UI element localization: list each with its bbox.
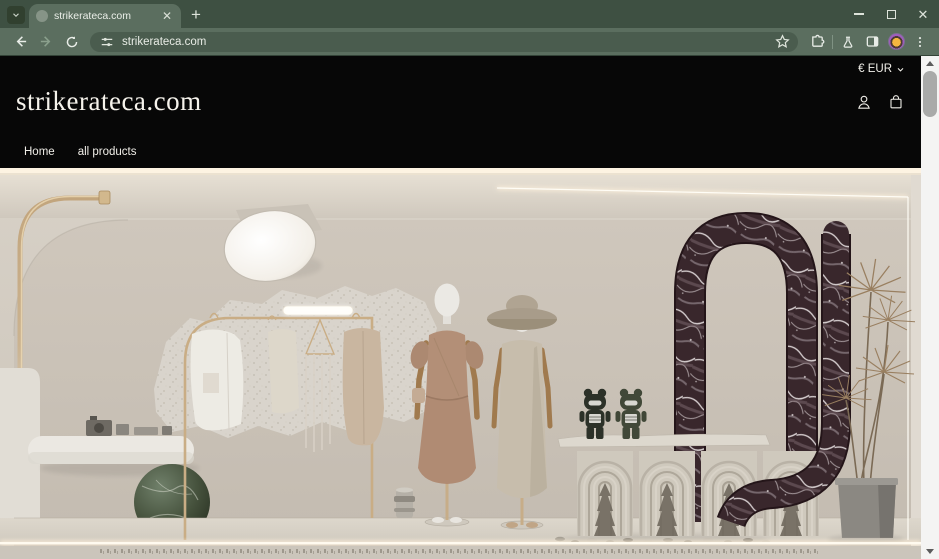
browser-toolbar: strikerateca.com <box>0 28 939 56</box>
new-tab-button[interactable]: + <box>191 6 201 23</box>
shopping-bag-icon <box>890 95 902 109</box>
tab-close-icon[interactable]: ✕ <box>160 9 174 23</box>
site-header: € EUR strikerateca.com Home all products <box>0 56 921 168</box>
maximize-icon <box>886 9 896 19</box>
avatar-image <box>887 33 905 50</box>
menu-kebab-icon[interactable] <box>908 30 932 54</box>
extensions-icon[interactable] <box>805 30 829 54</box>
page-content: € EUR strikerateca.com Home all products <box>0 56 921 559</box>
browser-window: strikerateca.com ✕ + ✕ strikerateca.com <box>0 0 939 559</box>
browser-tab[interactable]: strikerateca.com ✕ <box>29 4 181 28</box>
maximize-button[interactable] <box>875 0 907 28</box>
account-button[interactable] <box>853 91 875 113</box>
profile-avatar[interactable] <box>884 30 908 54</box>
chevron-down-icon <box>13 13 19 18</box>
currency-selector[interactable]: € EUR <box>858 63 905 75</box>
bookmark-star-icon[interactable] <box>770 30 794 54</box>
nav-home[interactable]: Home <box>24 146 55 158</box>
tab-favicon-icon <box>36 10 48 22</box>
tab-title: strikerateca.com <box>54 10 132 22</box>
labs-flask-icon[interactable] <box>836 30 860 54</box>
scroll-down-button[interactable] <box>921 544 939 559</box>
chevron-down-icon <box>897 67 904 72</box>
page-scrollbar[interactable] <box>921 56 939 559</box>
reload-icon <box>66 35 78 47</box>
tab-search-button[interactable] <box>7 6 25 24</box>
scrollbar-thumb[interactable] <box>923 71 937 117</box>
scroll-down-icon <box>926 549 934 554</box>
window-controls: ✕ <box>843 0 939 28</box>
minimize-button[interactable] <box>843 0 875 28</box>
hero-banner <box>0 168 921 559</box>
back-button[interactable] <box>7 30 33 54</box>
hero-image <box>0 168 921 559</box>
side-panel-icon[interactable] <box>860 30 884 54</box>
forward-icon <box>40 36 50 47</box>
site-logo[interactable]: strikerateca.com <box>16 86 202 117</box>
cart-button[interactable] <box>885 91 907 113</box>
scroll-up-icon <box>926 61 934 66</box>
toolbar-divider <box>832 34 833 49</box>
person-icon <box>858 95 870 109</box>
close-button[interactable]: ✕ <box>907 0 939 28</box>
currency-label: € EUR <box>858 63 892 75</box>
reload-button[interactable] <box>59 30 85 54</box>
scroll-up-button[interactable] <box>921 56 939 71</box>
back-icon <box>16 36 26 47</box>
site-info-icon[interactable] <box>100 35 114 49</box>
forward-button[interactable] <box>33 30 59 54</box>
tab-strip: strikerateca.com ✕ + ✕ <box>0 0 939 28</box>
minimize-icon <box>854 13 864 15</box>
address-bar[interactable]: strikerateca.com <box>90 30 798 54</box>
main-nav: Home all products <box>24 146 137 158</box>
header-icons <box>853 91 907 113</box>
nav-all-products[interactable]: all products <box>78 146 137 158</box>
page-viewport: € EUR strikerateca.com Home all products <box>0 56 939 559</box>
url-text: strikerateca.com <box>122 35 207 48</box>
